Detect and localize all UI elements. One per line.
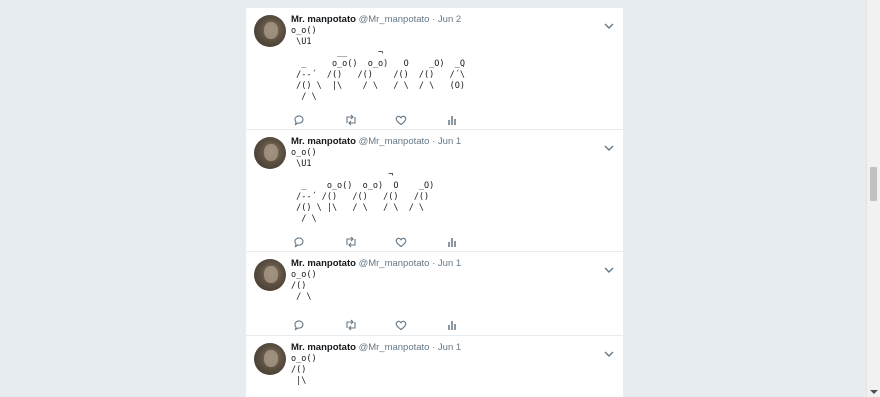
reply-icon[interactable] (293, 319, 307, 333)
heart-icon[interactable] (395, 236, 409, 250)
avatar-face (264, 144, 278, 161)
author-name[interactable]: Mr. manpotato (291, 258, 356, 269)
avatar-face (264, 22, 278, 39)
author-handle[interactable]: @Mr_manpotato (359, 342, 430, 353)
tweet-actions (291, 316, 461, 338)
separator-dot: · (432, 258, 436, 269)
author-handle[interactable]: @Mr_manpotato (359, 136, 430, 147)
analytics-icon[interactable] (447, 319, 461, 333)
retweet-icon[interactable] (344, 114, 358, 128)
tweet-header: Mr. manpotato @Mr_manpotato · Jun 2 (291, 14, 613, 26)
tweet-text: o_o() \U1 ¬ _ o_o() o_o) O _O) /--´ /() … (291, 148, 435, 224)
tweet-header: Mr. manpotato @Mr_manpotato · Jun 1 (291, 342, 613, 354)
separator-dot: · (432, 136, 436, 147)
author-name[interactable]: Mr. manpotato (291, 14, 356, 25)
heart-icon[interactable] (395, 319, 409, 333)
timeline: Mr. manpotato @Mr_manpotato · Jun 2 o_o(… (245, 8, 624, 397)
chevron-down-icon[interactable] (604, 139, 614, 151)
tweet[interactable]: Mr. manpotato @Mr_manpotato · Jun 1 o_o(… (246, 130, 623, 252)
page-scrollbar[interactable] (866, 0, 880, 397)
scroll-down-arrow-icon[interactable] (870, 390, 878, 394)
avatar[interactable] (254, 343, 286, 375)
separator-dot: · (432, 14, 436, 25)
separator-dot: · (432, 342, 436, 353)
avatar[interactable] (254, 15, 286, 47)
avatar[interactable] (254, 259, 286, 291)
tweet[interactable]: Mr. manpotato @Mr_manpotato · Jun 1 o_o(… (246, 336, 623, 397)
chevron-down-icon[interactable] (604, 261, 614, 273)
tweet-text: o_o() /() |\ (291, 354, 317, 386)
author-handle[interactable]: @Mr_manpotato (359, 258, 430, 269)
author-name[interactable]: Mr. manpotato (291, 342, 356, 353)
reply-icon[interactable] (293, 114, 307, 128)
tweet-date[interactable]: Jun 2 (438, 14, 461, 25)
tweet-text: o_o() \U1 __ ¬ _ o_o() o_o) O _O) _Q /--… (291, 26, 465, 102)
heart-icon[interactable] (395, 114, 409, 128)
tweet-date[interactable]: Jun 1 (438, 342, 461, 353)
tweet-header: Mr. manpotato @Mr_manpotato · Jun 1 (291, 136, 613, 148)
scrollbar-thumb[interactable] (870, 167, 877, 201)
tweet-date[interactable]: Jun 1 (438, 258, 461, 269)
tweet-header: Mr. manpotato @Mr_manpotato · Jun 1 (291, 258, 613, 270)
author-name[interactable]: Mr. manpotato (291, 136, 356, 147)
avatar[interactable] (254, 137, 286, 169)
tweet-text: o_o() /() / \ (291, 270, 317, 302)
analytics-icon[interactable] (447, 236, 461, 250)
author-handle[interactable]: @Mr_manpotato (359, 14, 430, 25)
chevron-down-icon[interactable] (604, 345, 614, 357)
avatar-face (264, 266, 278, 283)
retweet-icon[interactable] (344, 236, 358, 250)
tweet[interactable]: Mr. manpotato @Mr_manpotato · Jun 2 o_o(… (246, 8, 623, 130)
reply-icon[interactable] (293, 236, 307, 250)
tweet-date[interactable]: Jun 1 (438, 136, 461, 147)
chevron-down-icon[interactable] (604, 17, 614, 29)
analytics-icon[interactable] (447, 114, 461, 128)
tweet[interactable]: Mr. manpotato @Mr_manpotato · Jun 1 o_o(… (246, 252, 623, 336)
retweet-icon[interactable] (344, 319, 358, 333)
avatar-face (264, 350, 278, 367)
